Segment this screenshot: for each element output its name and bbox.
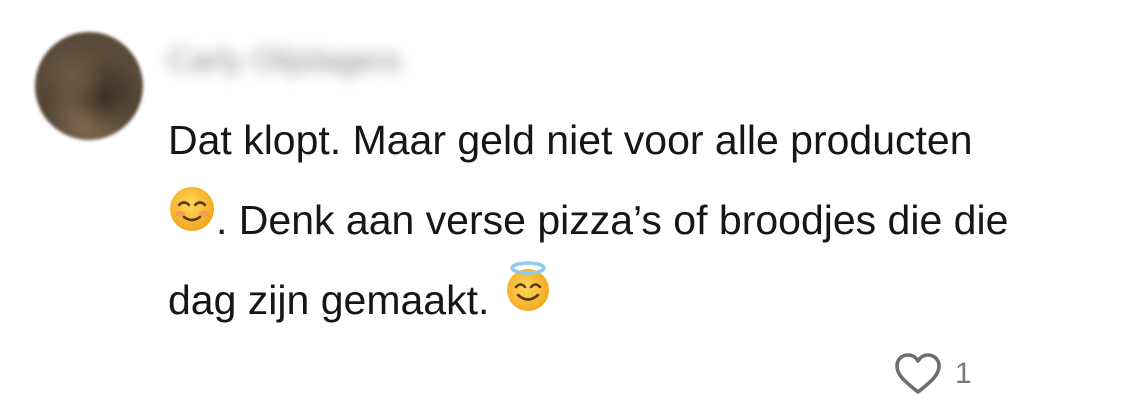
heart-icon[interactable]	[893, 352, 943, 396]
like-button[interactable]: 1	[893, 352, 972, 396]
comment-line-3-text: dag zijn gemaakt.	[168, 277, 501, 323]
halo-face-icon	[501, 259, 555, 339]
comment-body: Dat klopt. Maar geld niet voor alle prod…	[168, 100, 1128, 340]
smiling-face-icon	[168, 179, 216, 259]
like-count: 1	[955, 357, 972, 390]
comment-line-2: . Denk aan verse pizza’s of broodjes die…	[168, 180, 1128, 260]
comment-author[interactable]: Carly Olijslagers	[168, 40, 401, 80]
comment-line-2-text: . Denk aan verse pizza’s of broodjes die…	[216, 197, 1009, 243]
comment-line-3: dag zijn gemaakt.	[168, 260, 1128, 340]
comment-line-1: Dat klopt. Maar geld niet voor alle prod…	[168, 117, 973, 163]
avatar[interactable]	[35, 32, 143, 140]
